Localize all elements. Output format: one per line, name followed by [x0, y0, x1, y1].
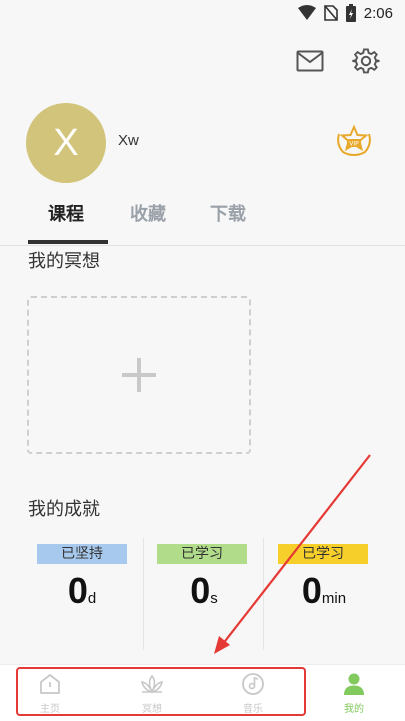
add-meditation-button[interactable]	[27, 296, 251, 454]
stat-minutes: 已学习 0min	[264, 536, 384, 652]
gear-icon	[352, 48, 380, 74]
stat-value: 0min	[301, 570, 347, 611]
stat-label: 已学习	[278, 544, 368, 564]
achievement-stats: 已坚持 0d 已学习 0s 已学习 0min	[22, 536, 392, 652]
vip-crown-icon: VIP	[337, 124, 371, 157]
messages-button[interactable]	[295, 46, 325, 76]
stat-seconds: 已学习 0s	[144, 536, 264, 652]
status-bar: 2:06	[0, 0, 405, 28]
stat-days: 已坚持 0d	[22, 536, 142, 652]
wifi-icon	[297, 5, 316, 20]
battery-icon	[345, 4, 356, 22]
tab-favorites[interactable]: 收藏	[130, 200, 166, 226]
tab-downloads[interactable]: 下载	[210, 200, 246, 226]
status-icons: 2:06	[297, 4, 393, 22]
stat-label: 已学习	[157, 544, 247, 564]
no-sim-icon	[323, 5, 338, 21]
clock-time: 2:06	[363, 4, 393, 22]
meditation-section-title: 我的冥想	[28, 251, 100, 272]
achievements-section-title: 我的成就	[28, 499, 100, 520]
active-tab-indicator	[28, 240, 108, 244]
stat-value: 0s	[190, 570, 218, 611]
vip-text: VIP	[349, 141, 359, 148]
nav-label: 我的	[344, 704, 364, 715]
vip-badge-button[interactable]: VIP	[333, 124, 375, 160]
username: Xw	[118, 132, 139, 149]
top-actions	[295, 46, 381, 76]
nav-mine[interactable]: 我的	[314, 671, 394, 715]
avatar[interactable]: X	[26, 103, 106, 183]
settings-button[interactable]	[351, 46, 381, 76]
profile-header: X Xw	[26, 103, 139, 183]
stat-value: 0d	[67, 570, 97, 611]
tab-courses[interactable]: 课程	[48, 200, 84, 226]
stat-label: 已坚持	[37, 544, 127, 564]
highlight-box	[16, 667, 306, 716]
mail-icon	[296, 50, 324, 72]
plus-icon	[122, 358, 156, 392]
person-icon	[344, 673, 364, 695]
tab-bar: 课程 收藏 下载	[0, 200, 405, 246]
